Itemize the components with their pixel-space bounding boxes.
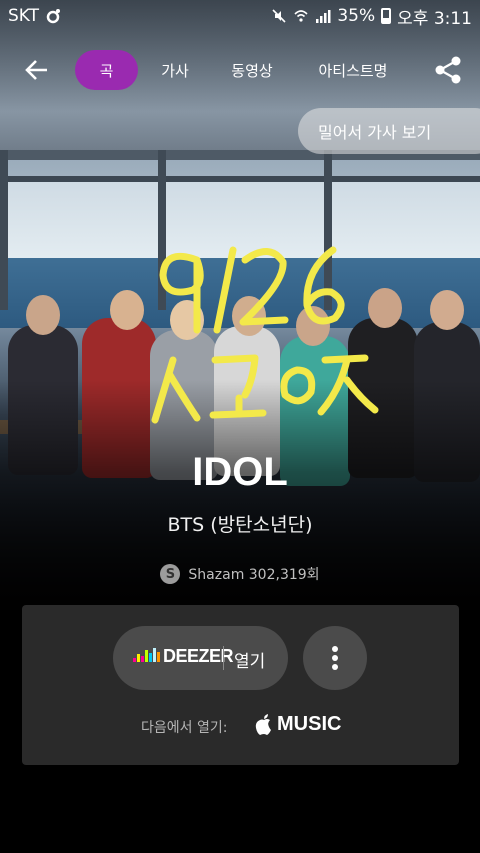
battery-icon bbox=[381, 8, 392, 24]
more-vertical-icon bbox=[332, 655, 338, 661]
arrow-left-icon bbox=[25, 60, 47, 80]
tab-song[interactable]: 곡 bbox=[75, 50, 138, 90]
battery-percent: 35% bbox=[337, 6, 376, 26]
deezer-open-button[interactable]: DEEZER 열기 bbox=[113, 626, 288, 690]
person-head bbox=[368, 288, 402, 328]
tab-label: 가사 bbox=[161, 61, 189, 80]
hero-beam bbox=[0, 176, 480, 182]
tab-artist[interactable]: 아티스트명 bbox=[306, 50, 400, 90]
apple-music-label: MUSIC bbox=[277, 713, 342, 735]
hero-post bbox=[0, 150, 8, 310]
signal-icon bbox=[316, 10, 331, 23]
tab-label: 아티스트명 bbox=[318, 61, 388, 80]
artist-name[interactable]: BTS (방탄소년단) bbox=[0, 510, 480, 537]
tab-video[interactable]: 동영상 bbox=[220, 50, 284, 90]
apple-music-button[interactable]: MUSIC bbox=[255, 713, 341, 736]
person-head bbox=[232, 296, 266, 336]
hero-sky bbox=[0, 182, 480, 258]
more-options-button[interactable] bbox=[303, 626, 367, 690]
clock: 오후 3:11 bbox=[397, 8, 472, 29]
carrier-label: SKT bbox=[8, 6, 40, 26]
toolbar: 곡 가사 동영상 아티스트명 bbox=[0, 48, 480, 92]
tab-label: 곡 bbox=[99, 61, 114, 80]
hero-post bbox=[324, 150, 332, 310]
shazam-icon: S bbox=[160, 564, 181, 584]
tab-label: 동영상 bbox=[231, 61, 273, 80]
person-head bbox=[26, 295, 60, 335]
swipe-lyrics-hint[interactable]: 밀어서 가사 보기 bbox=[298, 108, 480, 154]
wifi-icon bbox=[294, 10, 308, 22]
mute-icon bbox=[272, 9, 286, 23]
song-title: IDOL bbox=[192, 450, 288, 494]
share-icon bbox=[435, 56, 461, 84]
deezer-divider bbox=[223, 646, 224, 670]
status-left: SKT bbox=[8, 6, 61, 26]
status-bar: SKT 35% 오후 3:11 bbox=[0, 0, 480, 32]
person-head bbox=[170, 300, 204, 340]
deezer-logo-icon bbox=[133, 648, 160, 662]
status-right: 35% 오후 3:11 bbox=[271, 4, 472, 29]
person-head bbox=[430, 290, 464, 330]
carrier-logo-icon bbox=[46, 9, 61, 24]
share-button[interactable] bbox=[432, 54, 464, 86]
tab-lyrics[interactable]: 가사 bbox=[148, 50, 202, 90]
shazam-count-label: Shazam 302,319회 bbox=[188, 567, 320, 583]
back-button[interactable] bbox=[22, 56, 52, 86]
person-head bbox=[296, 306, 330, 346]
open-in-card: DEEZER 열기 다음에서 열기: MUSIC bbox=[22, 605, 459, 765]
more-vertical-icon bbox=[332, 664, 338, 670]
apple-logo-icon bbox=[255, 713, 271, 735]
swipe-lyrics-label: 밀어서 가사 보기 bbox=[318, 123, 432, 142]
deezer-open-label: 열기 bbox=[234, 652, 266, 672]
hero-post bbox=[158, 150, 166, 310]
person-head bbox=[110, 290, 144, 330]
more-vertical-icon bbox=[332, 646, 338, 652]
shazam-count: S Shazam 302,319회 bbox=[0, 562, 480, 586]
open-in-label: 다음에서 열기: bbox=[141, 720, 228, 736]
